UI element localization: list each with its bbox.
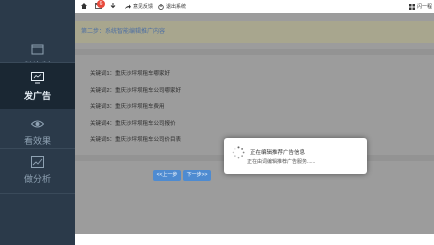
- keyword-item: 关键词4：重庆沙坪坝租车公司报价: [90, 121, 176, 127]
- download-button[interactable]: [110, 3, 116, 9]
- eye-icon: [31, 120, 44, 128]
- home-icon: [81, 3, 87, 9]
- logout-label: 退出系统: [166, 4, 187, 10]
- share-icon: [125, 4, 131, 9]
- loading-dialog: 正在编辑推荐广告信息 正在由词编辑推荐广告服务......: [224, 138, 367, 174]
- grid-icon: [409, 3, 415, 10]
- section-band: [75, 49, 434, 55]
- folder-icon: [31, 44, 44, 55]
- prev-step-button[interactable]: <<上一步: [153, 170, 181, 181]
- content-area: 第二步：系统智能编辑推广内容 关键词1：重庆沙坪坝租车哪家好 关键词2：重庆沙坪…: [75, 13, 434, 234]
- power-icon: [158, 3, 164, 10]
- feedback-button[interactable]: 意见反馈: [125, 3, 153, 10]
- notification-badge: 6: [97, 0, 105, 8]
- keyword-item: 关键词2：重庆沙坪坝租车公司哪家好: [90, 88, 182, 94]
- sidebar-item-analysis[interactable]: 做分析: [0, 150, 75, 196]
- keyword-item: 关键词1：重庆沙坪坝租车哪家好: [90, 71, 171, 77]
- loading-title: 正在编辑推荐广告信息: [250, 150, 306, 156]
- logout-button[interactable]: 退出系统: [158, 3, 186, 10]
- chart-icon: [31, 156, 44, 168]
- user-menu[interactable]: 闪一程: [409, 3, 432, 10]
- sidebar-item-label: 看效果: [23, 136, 51, 146]
- sidebar: 健资料 发广告 看效果 做分析: [0, 0, 75, 245]
- user-label: 闪一程: [417, 4, 433, 10]
- sidebar-item-label: 做分析: [23, 174, 51, 184]
- sidebar-divider: [0, 148, 75, 149]
- loading-spinner-icon: [232, 146, 245, 159]
- home-button[interactable]: [81, 3, 87, 9]
- loading-subtitle: 正在由词编辑推荐广告服务......: [247, 159, 316, 165]
- topbar: 6 意见反馈 退出系统 闪一程: [75, 0, 434, 13]
- keyword-item: 关键词5：重庆沙坪坝租车公司价目表: [90, 137, 182, 143]
- download-icon: [110, 3, 116, 9]
- feedback-label: 意见反馈: [133, 4, 154, 10]
- step-title: 第二步：系统智能编辑推广内容: [75, 21, 434, 43]
- sidebar-item-advertise[interactable]: 发广告: [0, 63, 75, 109]
- next-step-button[interactable]: 下一步>>: [183, 170, 211, 181]
- main-panel: 第二步：系统智能编辑推广内容 关键词1：重庆沙坪坝租车哪家好 关键词2：重庆沙坪…: [75, 13, 434, 245]
- monitor-icon: [31, 72, 44, 84]
- keyword-item: 关键词3：重庆沙坪坝租车费用: [90, 104, 165, 110]
- sidebar-divider: [0, 193, 75, 194]
- sidebar-item-label: 发广告: [23, 91, 51, 101]
